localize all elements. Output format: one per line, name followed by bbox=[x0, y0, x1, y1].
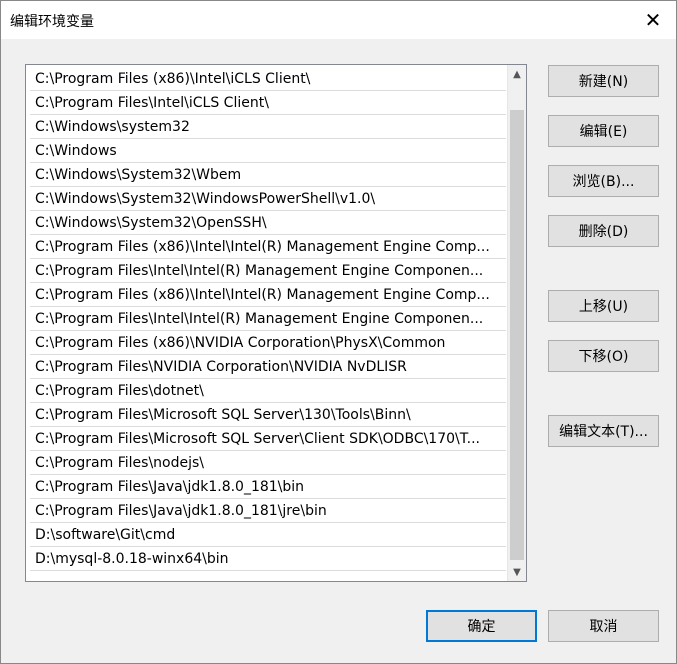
list-item-text: C:\Windows\System32\WindowsPowerShell\v1… bbox=[35, 191, 376, 207]
list-item-text: C:\Windows\System32\Wbem bbox=[35, 167, 242, 183]
list-item[interactable]: C:\Windows\system32 bbox=[30, 115, 506, 139]
dialog-title: 编辑环境变量 bbox=[10, 14, 94, 30]
list-item[interactable]: C:\Program Files\Intel\iCLS Client\ bbox=[30, 91, 506, 115]
list-item[interactable]: C:\Windows bbox=[30, 139, 506, 163]
list-item[interactable]: C:\Program Files (x86)\Intel\Intel(R) Ma… bbox=[30, 235, 506, 259]
list-item-text: C:\Program Files\Intel\Intel(R) Manageme… bbox=[35, 311, 484, 327]
list-item[interactable]: C:\Program Files\Microsoft SQL Server\Cl… bbox=[30, 427, 506, 451]
list-item[interactable]: D:\mysql-8.0.18-winx64\bin bbox=[30, 547, 506, 571]
list-item[interactable]: C:\Windows\System32\Wbem bbox=[30, 163, 506, 187]
list-item-text: C:\Program Files\dotnet\ bbox=[35, 383, 204, 399]
title-bar: 编辑环境变量 ✕ bbox=[1, 1, 676, 39]
list-item-text: C:\Program Files\Java\jdk1.8.0_181\bin bbox=[35, 479, 305, 495]
edit-button[interactable]: 编辑(E) bbox=[548, 115, 659, 147]
list-item[interactable]: C:\Program Files\nodejs\ bbox=[30, 451, 506, 475]
list-item[interactable]: C:\Program Files\Intel\Intel(R) Manageme… bbox=[30, 307, 506, 331]
chevron-up-icon: ▲ bbox=[513, 68, 521, 80]
new-button[interactable]: 新建(N) bbox=[548, 65, 659, 97]
list-item[interactable]: C:\Program Files\Java\jdk1.8.0_181\jre\b… bbox=[30, 499, 506, 523]
scroll-thumb[interactable] bbox=[510, 110, 524, 560]
list-item-text: C:\Windows\System32\OpenSSH\ bbox=[35, 215, 267, 231]
scroll-down-button[interactable]: ▼ bbox=[508, 563, 526, 581]
move-up-button[interactable]: 上移(U) bbox=[548, 290, 659, 322]
scroll-up-button[interactable]: ▲ bbox=[508, 65, 526, 83]
list-item[interactable]: C:\Program Files\Microsoft SQL Server\13… bbox=[30, 403, 506, 427]
list-item[interactable]: C:\Program Files (x86)\Intel\Intel(R) Ma… bbox=[30, 283, 506, 307]
browse-button[interactable]: 浏览(B)... bbox=[548, 165, 659, 197]
list-item[interactable]: D:\software\Git\cmd bbox=[30, 523, 506, 547]
list-item-text: D:\software\Git\cmd bbox=[35, 527, 176, 543]
path-list[interactable]: C:\Program Files (x86)\Intel\iCLS Client… bbox=[25, 64, 527, 582]
list-item[interactable]: C:\Program Files\dotnet\ bbox=[30, 379, 506, 403]
list-item-text: C:\Program Files\Microsoft SQL Server\13… bbox=[35, 407, 411, 423]
list-item-text: D:\mysql-8.0.18-winx64\bin bbox=[35, 551, 229, 567]
path-rows: C:\Program Files (x86)\Intel\iCLS Client… bbox=[26, 65, 526, 581]
list-item-text: C:\Program Files (x86)\Intel\Intel(R) Ma… bbox=[35, 239, 490, 255]
vertical-scrollbar[interactable]: ▲ ▼ bbox=[507, 65, 526, 581]
list-item-text: C:\Program Files (x86)\Intel\Intel(R) Ma… bbox=[35, 287, 490, 303]
delete-button[interactable]: 删除(D) bbox=[548, 215, 659, 247]
list-item[interactable]: C:\Windows\System32\WindowsPowerShell\v1… bbox=[30, 187, 506, 211]
list-item-text: C:\Windows bbox=[35, 143, 117, 159]
list-item-text: C:\Program Files\NVIDIA Corporation\NVID… bbox=[35, 359, 407, 375]
list-item-text: C:\Program Files\Java\jdk1.8.0_181\jre\b… bbox=[35, 503, 327, 519]
chevron-down-icon: ▼ bbox=[513, 566, 521, 578]
edit-text-button[interactable]: 编辑文本(T)... bbox=[548, 415, 659, 447]
list-item[interactable]: C:\Program Files (x86)\Intel\iCLS Client… bbox=[30, 67, 506, 91]
list-item[interactable]: C:\Program Files\Intel\Intel(R) Manageme… bbox=[30, 259, 506, 283]
move-down-button[interactable]: 下移(O) bbox=[548, 340, 659, 372]
cancel-button[interactable]: 取消 bbox=[548, 610, 659, 642]
edit-env-var-dialog: 编辑环境变量 ✕ C:\Program Files (x86)\Intel\iC… bbox=[0, 0, 677, 664]
list-item-text: C:\Program Files\Intel\Intel(R) Manageme… bbox=[35, 263, 484, 279]
list-item-text: C:\Program Files\Microsoft SQL Server\Cl… bbox=[35, 431, 480, 447]
list-item-text: C:\Program Files\nodejs\ bbox=[35, 455, 205, 471]
list-item-text: C:\Program Files (x86)\Intel\iCLS Client… bbox=[35, 71, 311, 87]
ok-button[interactable]: 确定 bbox=[426, 610, 537, 642]
close-button[interactable]: ✕ bbox=[630, 1, 676, 39]
list-item-text: C:\Program Files\Intel\iCLS Client\ bbox=[35, 95, 269, 111]
close-icon: ✕ bbox=[644, 8, 662, 32]
list-item-text: C:\Program Files (x86)\NVIDIA Corporatio… bbox=[35, 335, 446, 351]
list-item[interactable]: C:\Program Files\NVIDIA Corporation\NVID… bbox=[30, 355, 506, 379]
list-item[interactable]: C:\Windows\System32\OpenSSH\ bbox=[30, 211, 506, 235]
list-item[interactable]: C:\Program Files\Java\jdk1.8.0_181\bin bbox=[30, 475, 506, 499]
list-item[interactable]: C:\Program Files (x86)\NVIDIA Corporatio… bbox=[30, 331, 506, 355]
list-item-text: C:\Windows\system32 bbox=[35, 119, 190, 135]
